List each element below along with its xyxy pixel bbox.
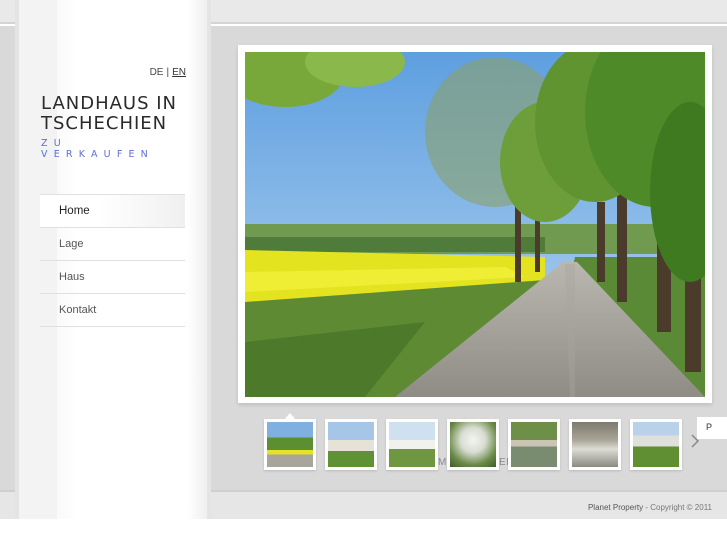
thumbnail-5[interactable] [508, 419, 560, 470]
nav-item-home[interactable]: Home [40, 195, 185, 228]
thumbnail-2[interactable] [325, 419, 377, 470]
language-switcher: DE | EN [150, 67, 186, 78]
main-navigation: Home Lage Haus Kontakt [40, 194, 185, 327]
logo-tagline: ZU VERKAUFEN [41, 138, 154, 160]
logo-line-1: LANDHAUS IN [41, 93, 178, 114]
logo-line-2: TSCHECHIEN [41, 113, 168, 134]
language-de-link[interactable]: DE [150, 67, 164, 78]
language-en-link[interactable]: EN [172, 67, 186, 78]
language-separator: | [166, 67, 170, 78]
main-photo[interactable] [245, 52, 705, 397]
thumbnail-3[interactable] [386, 419, 438, 470]
site-logo[interactable]: LANDHAUS IN TSCHECHIEN ZU VERKAUFEN [41, 93, 187, 161]
nav-item-haus[interactable]: Haus [40, 261, 185, 294]
nav-item-lage[interactable]: Lage [40, 228, 185, 261]
thumbnail-7[interactable] [630, 419, 682, 470]
side-tab[interactable]: P [697, 417, 727, 439]
footer-copyright-text: - Copyright © 2011 [645, 503, 712, 512]
page-bottom [0, 519, 727, 545]
thumbnail-4[interactable] [447, 419, 499, 470]
thumbnail-6[interactable] [569, 419, 621, 470]
sidebar: DE | EN LANDHAUS IN TSCHECHIEN ZU VERKAUFE… [19, 0, 207, 519]
main-photo-frame [238, 45, 712, 403]
thumbnail-1[interactable] [264, 419, 316, 470]
nav-item-kontakt[interactable]: Kontakt [40, 294, 185, 327]
footer-brand-link[interactable]: Planet Property [588, 503, 643, 512]
footer-copyright: Planet Property - Copyright © 2011 [588, 503, 712, 512]
